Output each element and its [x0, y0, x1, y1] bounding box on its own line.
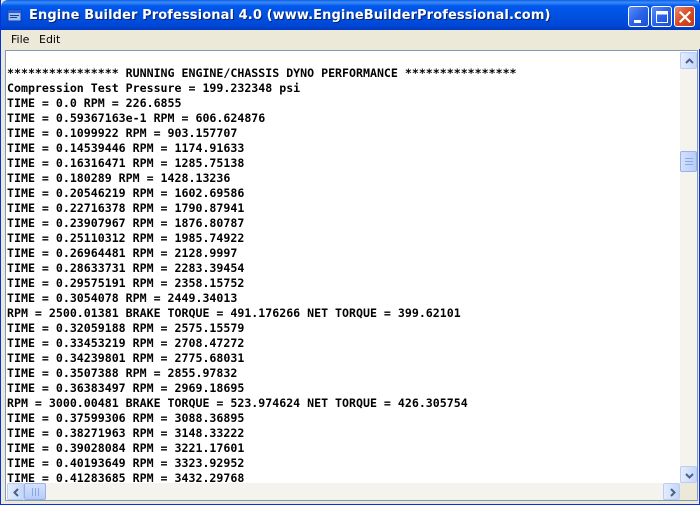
vertical-scroll-thumb[interactable]: [680, 151, 697, 172]
output-line: TIME = 0.32059188 RPM = 2575.15579: [7, 321, 245, 335]
horizontal-scrollbar[interactable]: [7, 483, 680, 500]
vertical-scrollbar[interactable]: [680, 52, 697, 483]
menu-edit[interactable]: Edit: [36, 32, 63, 47]
scrollbar-corner: [680, 483, 697, 500]
output-line: TIME = 0.26964481 RPM = 2128.9997: [7, 246, 238, 260]
title-bar[interactable]: Engine Builder Professional 4.0 (www.Eng…: [1, 0, 700, 30]
window-title: Engine Builder Professional 4.0 (www.Eng…: [29, 8, 551, 23]
output-line: TIME = 0.37599306 RPM = 3088.36895: [7, 411, 245, 425]
app-window: Engine Builder Professional 4.0 (www.Eng…: [0, 0, 700, 505]
minimize-icon: [634, 20, 641, 23]
menu-bar: File Edit: [2, 30, 700, 49]
menu-file[interactable]: File: [8, 32, 32, 47]
output-line: RPM = 3000.00481 BRAKE TORQUE = 523.9746…: [7, 396, 468, 410]
output-line: **************** RUNNING ENGINE/CHASSIS …: [7, 66, 517, 80]
output-line: TIME = 0.59367163e-1 RPM = 606.624876: [7, 111, 266, 125]
output-line: TIME = 0.14539446 RPM = 1174.91633: [7, 141, 245, 155]
output-line: TIME = 0.33453219 RPM = 2708.47272: [7, 336, 245, 350]
horizontal-scroll-thumb[interactable]: [24, 483, 46, 500]
output-line: TIME = 0.40193649 RPM = 3323.92952: [7, 456, 245, 470]
output-line: RPM = 2500.01381 BRAKE TORQUE = 491.1762…: [7, 306, 461, 320]
output-line: TIME = 0.1099922 RPM = 903.157707: [7, 126, 238, 140]
output-line: TIME = 0.20546219 RPM = 1602.69586: [7, 186, 245, 200]
output-line: TIME = 0.25110312 RPM = 1985.74922: [7, 231, 245, 245]
output-line: TIME = 0.3054078 RPM = 2449.34013: [7, 291, 238, 305]
output-line: TIME = 0.22716378 RPM = 1790.87941: [7, 201, 245, 215]
engine-app-icon[interactable]: [7, 7, 23, 23]
output-line: TIME = 0.16316471 RPM = 1285.75138: [7, 156, 245, 170]
output-line: TIME = 0.39028084 RPM = 3221.17601: [7, 441, 245, 455]
scroll-right-button[interactable]: [663, 483, 680, 500]
scroll-up-button[interactable]: [680, 52, 697, 69]
maximize-button[interactable]: [651, 6, 672, 27]
output-line: TIME = 0.3507388 RPM = 2855.97832: [7, 366, 238, 380]
dyno-output-log[interactable]: **************** RUNNING ENGINE/CHASSIS …: [7, 66, 680, 484]
output-line: TIME = 0.34239801 RPM = 2775.68031: [7, 351, 245, 365]
arrow-down-icon: [685, 473, 694, 479]
close-icon: [678, 10, 692, 24]
close-button[interactable]: [674, 6, 695, 27]
output-line: TIME = 0.29575191 RPM = 2358.15752: [7, 276, 245, 290]
minimize-button[interactable]: [628, 6, 649, 27]
output-line: TIME = 0.180289 RPM = 1428.13236: [7, 171, 231, 185]
arrow-left-icon: [13, 488, 19, 497]
arrow-right-icon: [670, 488, 676, 497]
scroll-down-button[interactable]: [680, 466, 697, 483]
maximize-icon: [656, 11, 668, 23]
output-line: TIME = 0.38271963 RPM = 3148.33222: [7, 426, 245, 440]
output-line: TIME = 0.23907967 RPM = 1876.80787: [7, 216, 245, 230]
output-line: TIME = 0.36383497 RPM = 2969.18695: [7, 381, 245, 395]
scroll-left-button[interactable]: [7, 483, 24, 500]
output-line: TIME = 0.28633731 RPM = 2283.39454: [7, 261, 245, 275]
arrow-up-icon: [685, 58, 694, 64]
output-line: Compression Test Pressure = 199.232348 p…: [7, 81, 301, 95]
output-line: TIME = 0.0 RPM = 226.6855: [7, 96, 182, 110]
output-text-area[interactable]: **************** RUNNING ENGINE/CHASSIS …: [5, 50, 698, 501]
